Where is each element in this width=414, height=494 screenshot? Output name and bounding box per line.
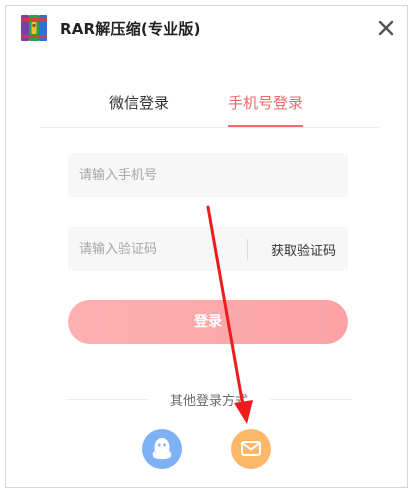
mail-envelope-icon	[241, 441, 261, 456]
mail-login-button[interactable]	[231, 429, 271, 469]
get-code-button[interactable]: 获取验证码	[271, 240, 336, 259]
code-input[interactable]	[68, 227, 238, 271]
qq-login-button[interactable]	[142, 429, 182, 469]
phone-field	[68, 153, 348, 197]
tab-wechat-login[interactable]: 微信登录	[109, 92, 169, 126]
login-window: RAR解压缩(专业版) 微信登录 手机号登录 获取验证码 登录 其他登录方式	[5, 5, 408, 488]
window-title: RAR解压缩(专业版)	[60, 20, 201, 38]
code-field: 获取验证码	[68, 227, 348, 271]
tab-phone-login[interactable]: 手机号登录	[228, 92, 304, 127]
login-tabs: 微信登录 手机号登录	[39, 84, 379, 128]
other-login-divider: 其他登录方式	[66, 390, 352, 409]
divider-line-right	[270, 399, 352, 400]
login-button[interactable]: 登录	[68, 300, 348, 344]
phone-input[interactable]	[68, 153, 348, 197]
qq-penguin-icon	[152, 438, 172, 460]
winrar-books-icon	[21, 15, 47, 41]
title-bar: RAR解压缩(专业版)	[6, 6, 407, 52]
close-icon[interactable]	[375, 17, 397, 39]
code-divider	[247, 239, 248, 260]
